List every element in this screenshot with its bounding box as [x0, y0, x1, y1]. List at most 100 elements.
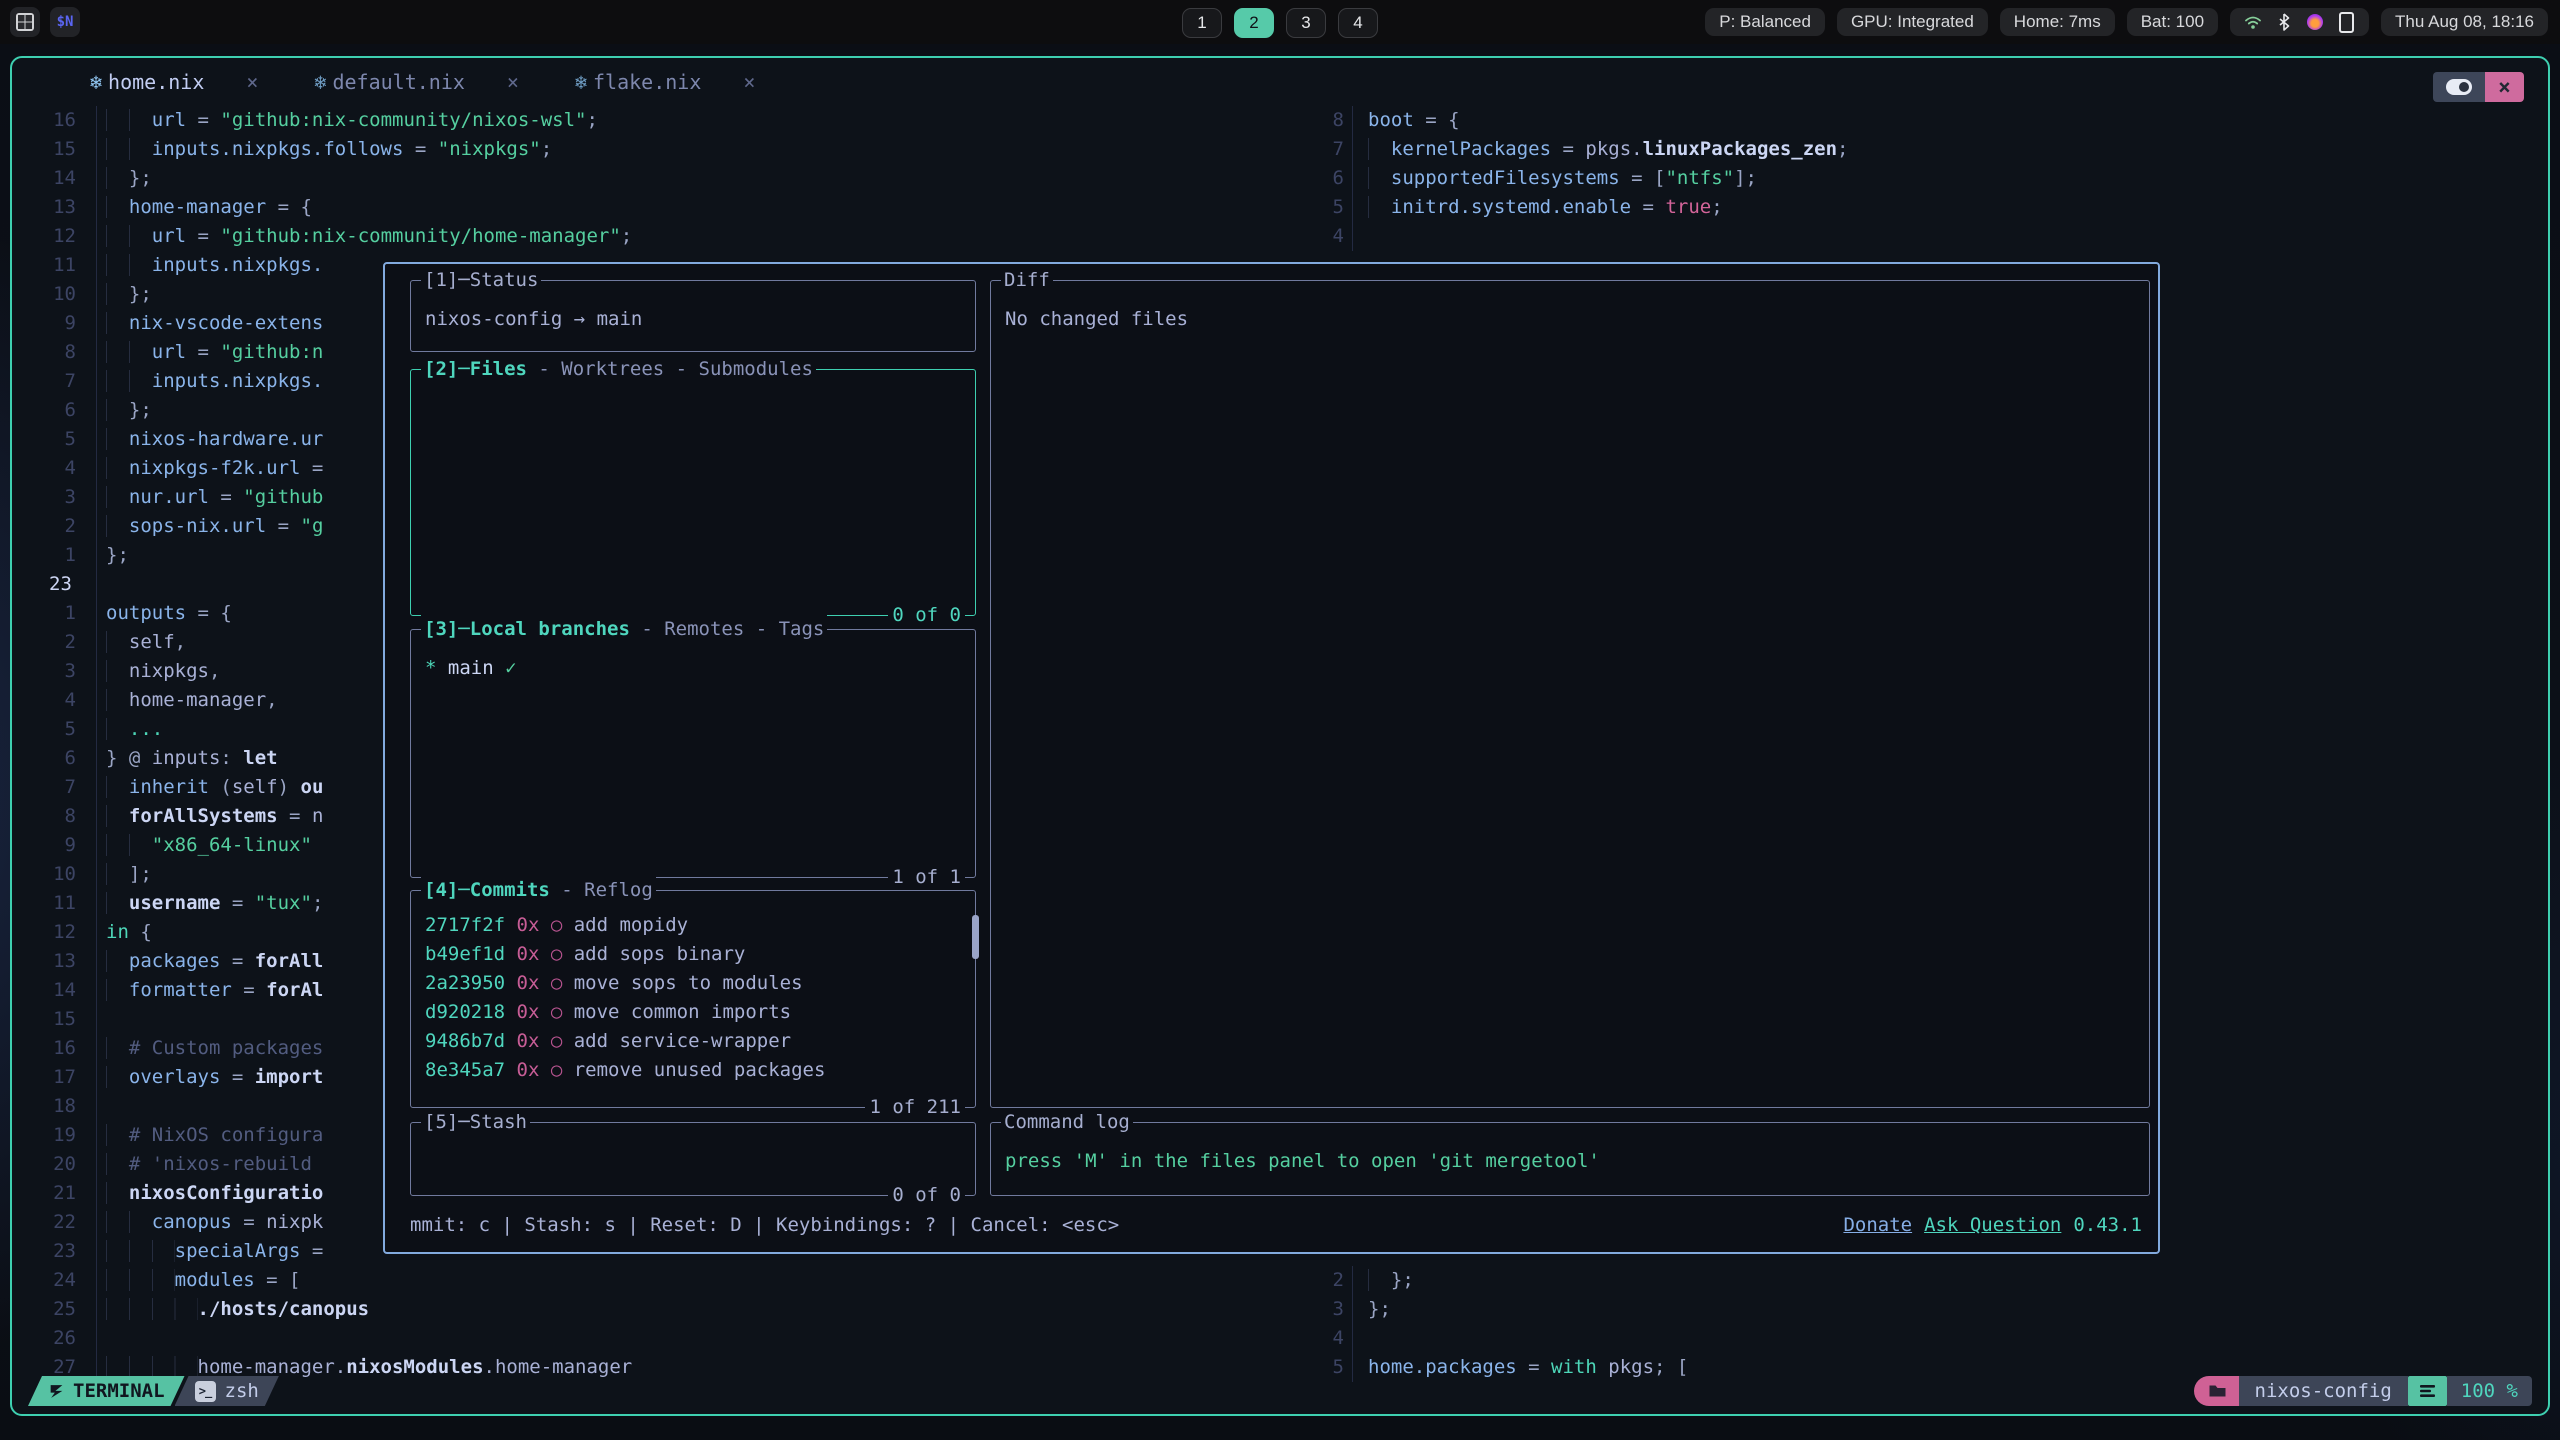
line-number: 18 [24, 1092, 76, 1121]
tab-flake.nix[interactable]: ❄flake.nix× [575, 70, 755, 94]
line-number: 7 [24, 367, 76, 396]
status-pill-0[interactable]: P: Balanced [1705, 8, 1825, 36]
code-line: 2 }; [1296, 1266, 1688, 1295]
line-number: 14 [24, 976, 76, 1005]
commit-row[interactable]: 2a23950 0x ○ move sops to modules [425, 969, 961, 998]
line-number: 1 [24, 541, 76, 570]
line-number: 2 [1296, 1266, 1344, 1295]
line-number: 20 [24, 1150, 76, 1179]
tab-close-icon[interactable]: × [507, 70, 519, 94]
line-number: 7 [24, 773, 76, 802]
line-number: 4 [24, 454, 76, 483]
scroll-percent: 100 % [2447, 1376, 2532, 1406]
line-number: 24 [24, 1266, 76, 1295]
top-bar: $N 1234 P: Balanced GPU: Integrated Home: … [0, 0, 2560, 44]
workspace-4[interactable]: 4 [1338, 8, 1378, 38]
repo-segment-icon [2194, 1376, 2239, 1406]
line-number: 5 [24, 715, 76, 744]
commit-row[interactable]: 2717f2f 0x ○ add mopidy [425, 911, 961, 940]
donate-link[interactable]: Donate [1843, 1214, 1912, 1236]
dollar-n-launcher[interactable]: $N [50, 7, 80, 37]
line-number: 25 [24, 1295, 76, 1324]
apps-grid-launcher[interactable] [10, 7, 40, 37]
repo-name: nixos-config [2239, 1376, 2408, 1406]
commit-graph-icon: ○ [539, 1059, 573, 1081]
lazygit-diff-panel[interactable]: Diff No changed files [990, 280, 2150, 1108]
nix-snowflake-icon: ❄ [314, 70, 326, 94]
nix-snowflake-icon: ❄ [575, 70, 587, 94]
close-icon: × [2498, 75, 2511, 99]
lazygit-files-panel[interactable]: [2]─Files - Worktrees - Submodules 0 of … [410, 369, 976, 616]
line-number: 2 [24, 512, 76, 541]
line-number: 7 [1296, 135, 1344, 164]
toggle-icon [2446, 79, 2472, 95]
topbar-right: P: Balanced GPU: Integrated Home: 7ms Bat: … [1705, 8, 2548, 36]
tab-default.nix[interactable]: ❄default.nix× [314, 70, 519, 94]
tab-close-icon[interactable]: × [246, 70, 258, 94]
commit-row[interactable]: b49ef1d 0x ○ add sops binary [425, 940, 961, 969]
commit-row[interactable]: d920218 0x ○ move common imports [425, 998, 961, 1027]
line-number: 6 [24, 396, 76, 425]
code-line: 14 }; [24, 164, 632, 193]
line-number: 12 [24, 918, 76, 947]
launcher-group: $N [10, 7, 80, 37]
line-number: 6 [1296, 164, 1344, 193]
line-number: 9 [24, 831, 76, 860]
line-number: 12 [24, 222, 76, 251]
line-number: 13 [24, 947, 76, 976]
line-number: 11 [24, 251, 76, 280]
lazygit-commits-panel[interactable]: [4]─Commits - Reflog 2717f2f 0x ○ add mo… [410, 890, 976, 1108]
tab-close-icon[interactable]: × [743, 70, 755, 94]
app-indicator-icon[interactable] [2306, 13, 2324, 31]
commit-row[interactable]: 8e345a7 0x ○ remove unused packages [425, 1056, 961, 1085]
clock[interactable]: Thu Aug 08, 18:16 [2381, 8, 2548, 36]
code-line: 4 [1296, 1324, 1688, 1353]
line-number: 10 [24, 860, 76, 889]
close-button[interactable]: × [2485, 72, 2524, 102]
code-line: 16 url = "github:nix-community/nixos-wsl… [24, 106, 632, 135]
code-line: 26 [24, 1324, 632, 1353]
line-number: 11 [24, 889, 76, 918]
wifi-icon[interactable] [2244, 13, 2262, 31]
workspace-1[interactable]: 1 [1182, 8, 1222, 38]
lazygit-stash-panel[interactable]: [5]─Stash 0 of 0 [410, 1122, 976, 1196]
status-pill-2[interactable]: Home: 7ms [2000, 8, 2115, 36]
commits-scrollbar[interactable] [972, 915, 979, 959]
tab-home.nix[interactable]: ❄home.nix× [90, 70, 258, 94]
line-number: 17 [24, 1063, 76, 1092]
phone-icon[interactable] [2337, 13, 2355, 31]
apps-grid-icon [15, 12, 35, 32]
lazygit-branches-panel[interactable]: [3]─Local branches - Remotes - Tags * ma… [410, 629, 976, 878]
float-toggle-button[interactable] [2433, 72, 2485, 102]
desktop: $N 1234 P: BalancedGPU: IntegratedHome: … [0, 0, 2560, 1440]
status-pill-3[interactable]: Bat: 100 [2127, 8, 2218, 36]
code-line: 8boot = { [1296, 106, 1849, 135]
line-number: 22 [24, 1208, 76, 1237]
scroll-segment-icon [2408, 1376, 2447, 1406]
line-number: 23 [24, 1237, 76, 1266]
line-number: 14 [24, 164, 76, 193]
status-pill-1[interactable]: GPU: Integrated [1837, 8, 1988, 36]
line-number: 16 [24, 1034, 76, 1063]
bluetooth-icon[interactable] [2275, 13, 2293, 31]
tab-label: home.nix [108, 70, 204, 94]
line-number: 3 [1296, 1295, 1344, 1324]
workspace-2[interactable]: 2 [1234, 8, 1274, 38]
ask-question-link[interactable]: Ask Question [1924, 1214, 2061, 1236]
lazygit-status-panel[interactable]: [1]─Status nixos-config → main [410, 280, 976, 352]
editor-tab-bar: ❄home.nix×❄default.nix×❄flake.nix× [12, 58, 2548, 106]
branches-count: 1 of 1 [888, 863, 965, 892]
system-tray [2230, 8, 2369, 36]
editor-pane-right-bottom: 2 };3};45home.packages = with pkgs; [ [1296, 1266, 1688, 1382]
status-bar: TERMINAL >_ zsh nixos-config 100 % [12, 1376, 2548, 1406]
workspace-3[interactable]: 3 [1286, 8, 1326, 38]
shell-tab[interactable]: >_ zsh [175, 1376, 279, 1406]
code-line: 12 url = "github:nix-community/home-mana… [24, 222, 632, 251]
commit-graph-icon: ○ [539, 1030, 573, 1052]
commit-graph-icon: ○ [539, 1001, 573, 1023]
line-number: 23 [24, 570, 76, 599]
commit-row[interactable]: 9486b7d 0x ○ add service-wrapper [425, 1027, 961, 1056]
command-log-content: press 'M' in the files panel to open 'gi… [991, 1123, 2149, 1176]
line-number: 13 [24, 193, 76, 222]
lazygit-command-log-panel[interactable]: Command log press 'M' in the files panel… [990, 1122, 2150, 1196]
